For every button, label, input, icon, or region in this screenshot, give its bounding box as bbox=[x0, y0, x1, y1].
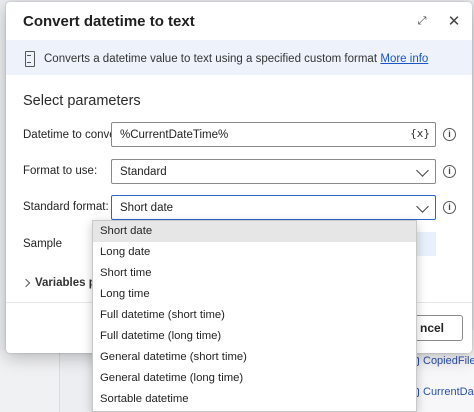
hourglass-icon bbox=[24, 50, 35, 67]
info-bar: Converts a datetime value to text using … bbox=[6, 40, 472, 75]
more-info-link[interactable]: More info bbox=[380, 53, 428, 65]
format-label: Format to use: bbox=[23, 165, 98, 177]
info-text: Converts a datetime value to text using … bbox=[44, 52, 378, 65]
dropdown-option[interactable]: General datetime (short time) bbox=[93, 347, 416, 368]
dropdown-option[interactable]: Long time bbox=[93, 284, 416, 305]
datetime-value: %CurrentDateTime% bbox=[120, 128, 229, 141]
help-icon[interactable]: i bbox=[443, 128, 456, 141]
chevron-right-icon bbox=[21, 278, 31, 288]
sample-label: Sample bbox=[23, 238, 62, 250]
standard-format-select[interactable]: Short date bbox=[111, 195, 436, 220]
help-icon[interactable]: i bbox=[443, 165, 456, 178]
dropdown-option[interactable]: General datetime (long time) bbox=[93, 368, 416, 389]
background-variable-item[interactable]: CurrentDate bbox=[410, 382, 474, 402]
chevron-down-icon[interactable] bbox=[416, 164, 429, 177]
chevron-down-icon[interactable] bbox=[416, 200, 429, 213]
variable-name: CurrentDate bbox=[423, 386, 474, 398]
dropdown-option[interactable]: Full datetime (long time) bbox=[93, 326, 416, 347]
standard-format-dropdown-list: Short date Long date Short time Long tim… bbox=[92, 220, 417, 412]
background-variable-item[interactable]: CopiedFiles bbox=[410, 351, 474, 371]
help-icon[interactable]: i bbox=[443, 201, 456, 214]
dropdown-option[interactable]: Short time bbox=[93, 263, 416, 284]
format-select[interactable]: Standard bbox=[111, 159, 436, 184]
format-value: Standard bbox=[120, 165, 167, 178]
standard-format-label: Standard format: bbox=[23, 201, 109, 213]
dropdown-option[interactable]: Short date bbox=[93, 221, 416, 242]
section-title: Select parameters bbox=[23, 93, 141, 109]
dropdown-option[interactable]: Long date bbox=[93, 242, 416, 263]
standard-format-value: Short date bbox=[120, 201, 174, 214]
datetime-input[interactable]: %CurrentDateTime% {x} bbox=[111, 122, 436, 147]
background-left-panel bbox=[0, 350, 60, 412]
variable-name: CopiedFiles bbox=[423, 355, 474, 367]
variable-picker-button[interactable]: {x} bbox=[410, 127, 430, 140]
dialog-title: Convert datetime to text bbox=[23, 13, 195, 30]
close-icon[interactable]: ✕ bbox=[445, 12, 463, 30]
dropdown-option[interactable]: Full datetime (short time) bbox=[93, 305, 416, 326]
expand-icon[interactable]: ⤢ bbox=[413, 12, 431, 30]
dropdown-option[interactable]: Sortable datetime bbox=[93, 389, 416, 410]
